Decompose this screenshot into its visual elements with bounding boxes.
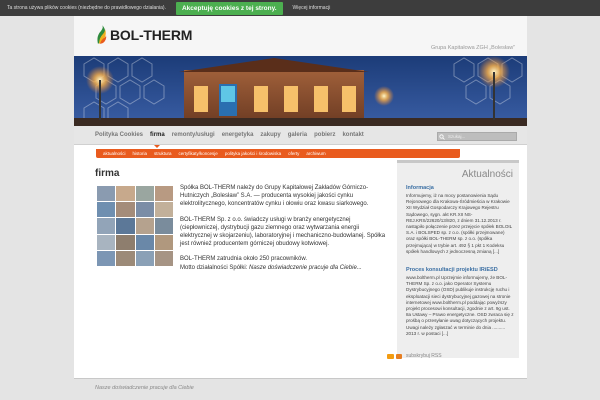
rss-icon <box>387 353 394 359</box>
logo-text: BOL-THERM <box>110 27 193 43</box>
staff-photo <box>135 202 154 218</box>
staff-photo <box>97 234 116 250</box>
nav-item-pobierz[interactable]: pobierz <box>314 126 335 145</box>
intro-paragraph-2: BOL-THERM Sp. z o.o. świadczy usługi w b… <box>180 216 386 248</box>
news-text-informacja: Informujemy, iż na mocy postanowienia Są… <box>406 193 513 254</box>
search-input[interactable]: Szukaj... <box>448 134 465 139</box>
page-container: BOL-THERM Grupa Kapitałowa ZGH „Bolesław… <box>74 16 527 378</box>
motto-text: Nasze doświadczenie pracuje dla Ciebie..… <box>249 264 362 271</box>
nav-item-firma[interactable]: firma <box>150 126 165 148</box>
rss-alt-icon <box>396 353 402 359</box>
staff-photo <box>154 202 173 218</box>
staff-photo <box>135 218 154 234</box>
staff-photo <box>116 218 135 234</box>
nav-item-remonty-uslugi[interactable]: remonty/usługi <box>172 126 215 145</box>
staff-photo <box>97 250 116 266</box>
nav-item-kontakt[interactable]: kontakt <box>342 126 363 145</box>
motto-lead: Motto działalności Spółki: <box>180 264 250 271</box>
group-name: Grupa Kapitałowa ZGH „Bolesław” <box>430 45 515 51</box>
footer-motto: Nasze doświadczenie pracuje dla Ciebie <box>95 385 194 391</box>
nav-item-polityka-cookies[interactable]: Polityka Cookies <box>95 126 143 145</box>
sidebar-title: Aktualności <box>461 169 513 180</box>
nav-item-galeria[interactable]: galeria <box>288 126 307 145</box>
cookie-more-info-link[interactable]: Więcej informacji <box>293 5 331 11</box>
main-navigation: Polityka Cookies firma remonty/usługi en… <box>74 126 527 148</box>
staff-photo <box>97 202 116 218</box>
staff-photo <box>154 250 173 266</box>
rss-subscribe[interactable]: subskrybuj RSS <box>387 353 442 359</box>
staff-photo <box>135 250 154 266</box>
staff-photo <box>97 186 116 202</box>
staff-photo <box>97 218 116 234</box>
staff-photo-grid <box>97 186 173 266</box>
company-intro: Spółka BOL-THERM należy do Grupy Kapitał… <box>180 184 388 279</box>
intro-paragraph-1: Spółka BOL-THERM należy do Grupy Kapitał… <box>180 185 369 208</box>
header-banner-image <box>74 56 527 126</box>
staff-photo <box>116 202 135 218</box>
site-header: BOL-THERM Grupa Kapitałowa ZGH „Bolesław… <box>74 16 527 56</box>
staff-photo <box>116 234 135 250</box>
news-heading-konsultacje[interactable]: Proces konsultacji projektu IRiESD <box>406 267 498 273</box>
subnav-item-historia[interactable]: historia <box>133 151 148 156</box>
staff-photo <box>135 186 154 202</box>
staff-photo <box>135 234 154 250</box>
news-heading-informacja[interactable]: Informacja <box>406 185 434 191</box>
news-sidebar: Aktualności Informacja Informujemy, iż n… <box>397 160 519 358</box>
cookie-notice-text: Ta strona używa plików cookies (niezbędn… <box>7 5 166 11</box>
intro-paragraph-3: BOL-THERM zatrudnia około 250 pracownikó… <box>180 255 388 271</box>
staff-photo <box>116 250 135 266</box>
staff-photo <box>154 234 173 250</box>
subnav-item-archiwum[interactable]: archiwum <box>306 151 325 156</box>
footer-divider <box>74 378 527 379</box>
page-title: firma <box>95 168 120 179</box>
sub-navigation: aktualności historia struktura certyfika… <box>96 149 460 158</box>
nav-item-energetyka[interactable]: energetyka <box>222 126 254 145</box>
subnav-item-polityka-jakosci[interactable]: polityka jakości i środowiska <box>225 151 281 156</box>
subnav-item-certyfikaty[interactable]: certyfikaty/koncesje <box>179 151 218 156</box>
rss-link[interactable]: subskrybuj RSS <box>406 353 442 359</box>
employees-text: BOL-THERM zatrudnia około 250 pracownikó… <box>180 256 308 263</box>
search-box[interactable]: Szukaj... <box>437 132 517 141</box>
site-logo[interactable]: BOL-THERM <box>96 24 192 46</box>
news-text-konsultacje: www.boltherm.pl Uprzejmie informujemy, ż… <box>406 275 514 336</box>
cookie-bar: Ta strona używa plików cookies (niezbędn… <box>0 0 600 16</box>
subnav-item-struktura[interactable]: struktura <box>154 151 172 156</box>
subnav-item-oferty[interactable]: oferty <box>288 151 299 156</box>
logo-flame-icon <box>97 25 107 44</box>
accept-cookies-button[interactable]: Akceptuję cookies z tej strony. <box>175 1 283 15</box>
subnav-item-aktualnosci[interactable]: aktualności <box>103 151 126 156</box>
staff-photo <box>116 186 135 202</box>
staff-photo <box>154 186 173 202</box>
search-icon[interactable] <box>438 133 446 140</box>
staff-photo <box>154 218 173 234</box>
nav-item-zakupy[interactable]: zakupy <box>260 126 280 145</box>
